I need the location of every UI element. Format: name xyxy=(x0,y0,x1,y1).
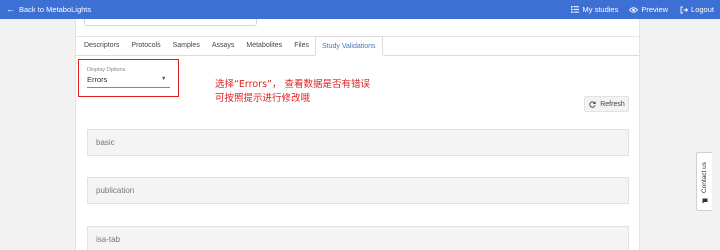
tab-assays[interactable]: Assays xyxy=(206,36,241,55)
logout-label: Logout xyxy=(691,5,714,14)
annotation-line-1: 选择“Errors”， 查看数据是否有错误 xyxy=(215,79,370,90)
my-studies-label: My studies xyxy=(582,5,619,14)
back-link-label: Back to MetaboLights xyxy=(19,5,92,14)
contact-us-tab[interactable]: Contact us xyxy=(696,152,712,211)
tab-files[interactable]: Files xyxy=(288,36,315,55)
chat-icon xyxy=(700,196,709,205)
validation-section-isa-tab[interactable]: isa-tab xyxy=(87,226,629,250)
contact-us-label: Contact us xyxy=(701,161,708,193)
section-label: basic xyxy=(96,138,115,147)
back-to-metabolights-link[interactable]: ← Back to MetaboLights xyxy=(6,4,92,15)
study-tabs: Descriptors Protocols Samples Assays Met… xyxy=(76,36,639,56)
refresh-icon xyxy=(588,100,597,109)
section-label: isa-tab xyxy=(96,235,121,244)
select-underline xyxy=(87,87,170,88)
validation-section-publication[interactable]: publication xyxy=(87,177,629,204)
my-studies-link[interactable]: My studies xyxy=(571,5,619,14)
display-options-highlight: Display Options Errors ▼ xyxy=(78,59,179,97)
instruction-annotation: 选择“Errors”， 查看数据是否有错误 可按照提示进行修改哦 xyxy=(215,78,370,106)
display-options-label: Display Options xyxy=(87,67,126,73)
annotation-line-2: 可按照提示进行修改哦 xyxy=(215,93,311,104)
logout-link[interactable]: Logout xyxy=(679,5,714,14)
eye-icon xyxy=(629,5,639,14)
refresh-label: Refresh xyxy=(600,100,625,108)
upper-section-box xyxy=(84,19,257,26)
caret-down-icon[interactable]: ▼ xyxy=(161,76,166,82)
preview-label: Preview xyxy=(641,5,669,14)
tab-protocols[interactable]: Protocols xyxy=(125,36,166,55)
tab-metabolites[interactable]: Metabolites xyxy=(240,36,288,55)
arrow-left-icon: ← xyxy=(6,4,15,14)
tab-samples[interactable]: Samples xyxy=(167,36,206,55)
section-label: publication xyxy=(96,186,135,195)
tab-descriptors[interactable]: Descriptors xyxy=(78,36,125,55)
logout-icon xyxy=(679,5,688,14)
tab-study-validations[interactable]: Study Validations xyxy=(314,36,383,56)
display-options-select[interactable]: Errors xyxy=(87,75,107,84)
validation-section-basic[interactable]: basic xyxy=(87,129,629,156)
refresh-button[interactable]: Refresh xyxy=(584,96,629,112)
header-actions: My studies Preview Logout xyxy=(571,0,714,19)
top-navigation-bar: ← Back to MetaboLights My studies Previe… xyxy=(0,0,720,19)
list-icon xyxy=(571,5,580,14)
preview-link[interactable]: Preview xyxy=(629,5,668,14)
